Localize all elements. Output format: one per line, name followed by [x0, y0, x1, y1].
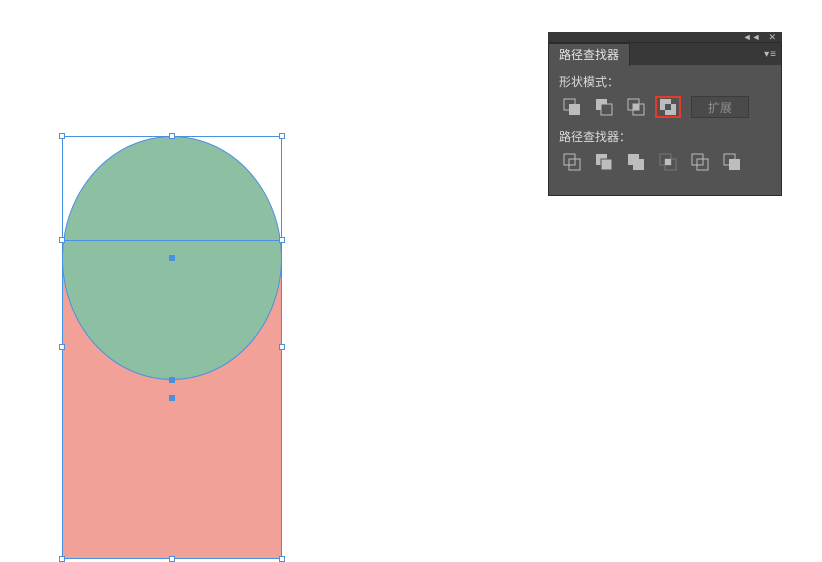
merge-icon — [627, 153, 645, 171]
expand-label: 扩展 — [708, 99, 732, 116]
minus-front-icon — [595, 98, 613, 116]
crop-button[interactable] — [655, 151, 681, 173]
trim-button[interactable] — [591, 151, 617, 173]
merge-button[interactable] — [623, 151, 649, 173]
intersect-icon — [627, 98, 645, 116]
unite-icon — [563, 98, 581, 116]
panel-titlebar[interactable]: 路径查找器 ▾≡ — [549, 43, 781, 65]
divide-button[interactable] — [559, 151, 585, 173]
crop-icon — [659, 153, 677, 171]
selection-handle[interactable] — [279, 556, 285, 562]
selection-handle[interactable] — [59, 556, 65, 562]
divide-icon — [563, 153, 581, 171]
close-icon[interactable]: ✕ — [768, 33, 776, 42]
outline-button[interactable] — [687, 151, 713, 173]
shape-modes-label: 形状模式： — [559, 73, 771, 90]
center-point — [169, 395, 175, 401]
panel-tab[interactable]: 路径查找器 — [549, 43, 630, 66]
selection-handle[interactable] — [169, 133, 175, 139]
shape-modes-row: 扩展 — [559, 96, 771, 118]
pathfinders-row — [559, 151, 771, 173]
outline-icon — [691, 153, 709, 171]
selection-handle[interactable] — [169, 556, 175, 562]
expand-button: 扩展 — [691, 96, 749, 118]
flyout-menu-icon[interactable]: ▾≡ — [764, 49, 777, 60]
collapse-icon[interactable]: ◄◄ — [743, 33, 761, 42]
selection-handle[interactable] — [59, 344, 65, 350]
selection-handle[interactable] — [59, 133, 65, 139]
shape-intersection-line — [62, 240, 282, 241]
panel-controls: ◄◄ ✕ — [548, 32, 782, 42]
exclude-icon — [659, 98, 677, 116]
pathfinder-panel[interactable]: ◄◄ ✕ 路径查找器 ▾≡ 形状模式： — [548, 32, 782, 196]
panel-title: 路径查找器 — [559, 46, 619, 63]
selection-handle[interactable] — [279, 133, 285, 139]
minus-front-button[interactable] — [591, 96, 617, 118]
minus-back-button[interactable] — [719, 151, 745, 173]
selection-handle[interactable] — [279, 237, 285, 243]
unite-button[interactable] — [559, 96, 585, 118]
minus-back-icon — [723, 153, 741, 171]
exclude-button[interactable] — [655, 96, 681, 118]
selection-handle[interactable] — [279, 344, 285, 350]
anchor-point[interactable] — [169, 377, 175, 383]
intersect-button[interactable] — [623, 96, 649, 118]
selection-handle[interactable] — [59, 237, 65, 243]
pathfinders-label: 路径查找器： — [559, 128, 771, 145]
anchor-point[interactable] — [169, 255, 175, 261]
trim-icon — [595, 153, 613, 171]
